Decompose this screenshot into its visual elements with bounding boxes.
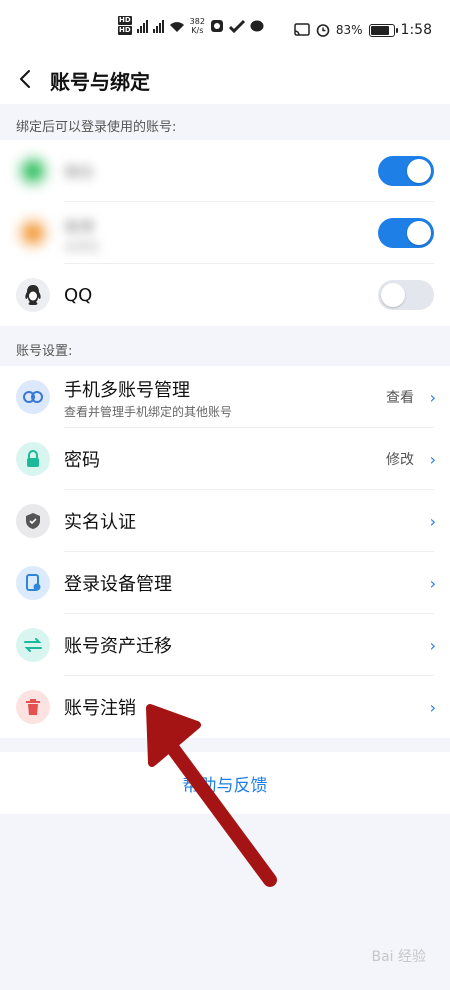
chevron-right-icon: › (429, 697, 436, 717)
multi-account-title: 手机多账号管理 (64, 380, 190, 401)
qq-label: QQ (64, 284, 93, 306)
chevron-right-icon: › (429, 573, 436, 593)
trash-icon (16, 690, 50, 724)
cancel-account-title: 账号注销 (64, 698, 136, 719)
clock: 1:58 (400, 22, 432, 38)
chevron-right-icon: › (429, 511, 436, 531)
status-bar: HD HD 382 K/s 83% 1:58 (0, 0, 450, 56)
status-right-icons: 83% 1:58 (294, 22, 432, 38)
battery-percent: 83% (335, 23, 363, 37)
bound-account-sub: 未绑定 (64, 240, 101, 254)
lock-icon (16, 442, 50, 476)
bound-account-name: 微博 (64, 218, 95, 236)
app-notification-icon (210, 20, 223, 32)
settings-section-label: 账号设置: (16, 344, 73, 359)
network-speed: 382 K/s (189, 17, 205, 35)
watermark: Bai 经验 (371, 949, 426, 965)
signal-icon (136, 19, 148, 33)
bound-accounts-card: 微信 微博 未绑定 QQ (0, 140, 450, 326)
password-value: 修改 (386, 452, 414, 468)
multi-account-value: 查看 (386, 390, 414, 406)
settings-card: 手机多账号管理 查看并管理手机绑定的其他账号 查看 › 密码 修改 › 实名认证… (0, 366, 450, 738)
transfer-icon (16, 628, 50, 662)
multi-account-sub: 查看并管理手机绑定的其他账号 (64, 405, 233, 419)
qq-icon (16, 278, 50, 312)
wechat-icon (16, 154, 50, 188)
chat-notification-icon (250, 20, 264, 31)
device-title: 登录设备管理 (64, 574, 172, 595)
multi-account-row[interactable]: 手机多账号管理 查看并管理手机绑定的其他账号 查看 › (0, 366, 450, 428)
help-feedback-link[interactable]: 帮助与反馈 (0, 752, 450, 814)
account-toggle[interactable] (378, 156, 434, 186)
chevron-right-icon: › (429, 387, 436, 407)
realname-title: 实名认证 (64, 512, 136, 533)
status-left-icons: HD HD 382 K/s (118, 16, 264, 36)
shield-icon (16, 504, 50, 538)
device-icon (16, 566, 50, 600)
bound-account-row[interactable]: 微信 (0, 140, 450, 202)
device-row[interactable]: 登录设备管理 › (0, 552, 450, 614)
hd-icon: HD HD (118, 16, 132, 35)
bound-account-name: 微信 (64, 162, 95, 181)
back-arrow-icon (20, 70, 30, 88)
chevron-right-icon: › (429, 449, 436, 469)
chevron-right-icon: › (429, 635, 436, 655)
weibo-icon (16, 216, 50, 250)
wifi-icon (169, 21, 184, 32)
account-toggle[interactable] (378, 218, 434, 248)
check-notification-icon (228, 19, 245, 33)
cast-icon (294, 23, 310, 36)
bound-section-label: 绑定后可以登录使用的账号: (16, 120, 177, 135)
transfer-row[interactable]: 账号资产迁移 › (0, 614, 450, 676)
back-button[interactable] (14, 66, 36, 92)
battery-icon (368, 23, 398, 37)
cancel-account-row[interactable]: 账号注销 › (0, 676, 450, 738)
qq-toggle[interactable] (378, 280, 434, 310)
signal-icon-2 (152, 19, 164, 33)
alarm-icon (316, 24, 330, 37)
page-title: 账号与绑定 (50, 70, 150, 94)
link-icon (16, 380, 50, 414)
password-row[interactable]: 密码 修改 › (0, 428, 450, 490)
realname-row[interactable]: 实名认证 › (0, 490, 450, 552)
transfer-title: 账号资产迁移 (64, 636, 172, 657)
password-title: 密码 (64, 450, 100, 471)
bound-account-row[interactable]: 微博 未绑定 (0, 202, 450, 264)
nav-bar: 账号与绑定 (0, 56, 450, 104)
bound-account-row-qq[interactable]: QQ (0, 264, 450, 326)
